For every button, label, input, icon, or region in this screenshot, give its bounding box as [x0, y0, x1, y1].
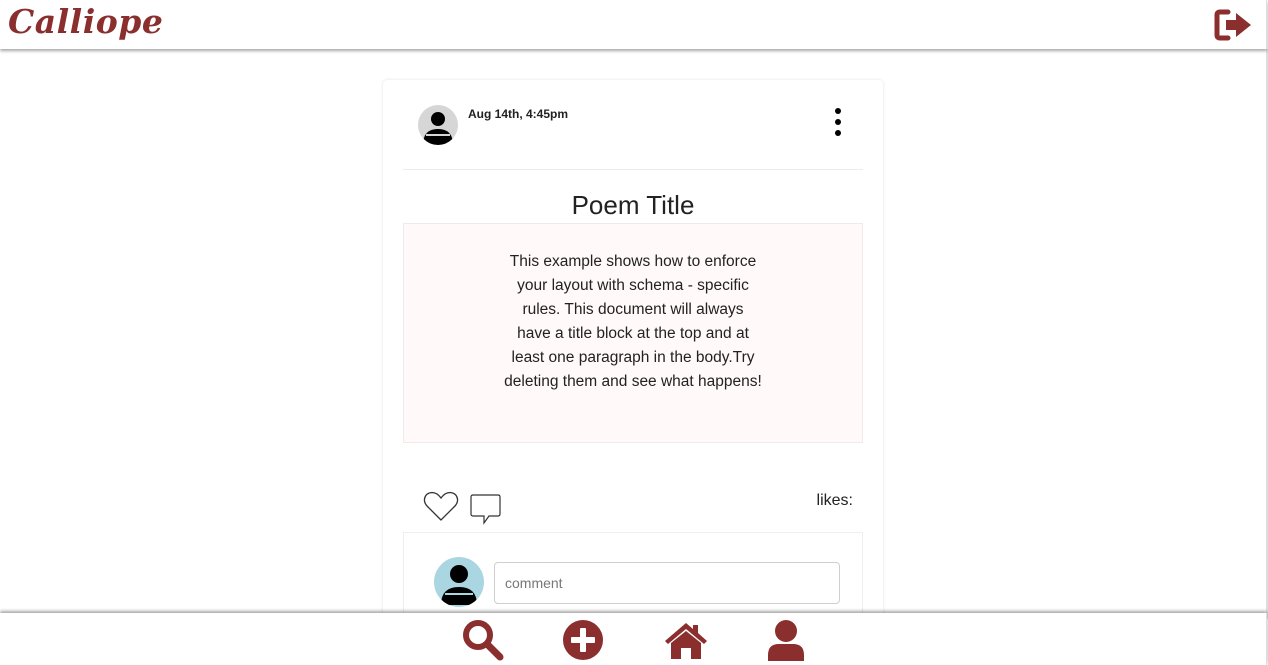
home-icon[interactable] — [662, 619, 710, 661]
user-icon[interactable] — [766, 619, 806, 661]
app-logo[interactable]: Calliope — [8, 2, 163, 41]
user-silhouette-icon — [441, 565, 477, 605]
poem-body: This example shows how to enforce your l… — [403, 223, 863, 443]
author-avatar[interactable] — [418, 105, 458, 145]
post-timestamp: Aug 14th, 4:45pm — [468, 107, 569, 121]
user-silhouette-icon — [423, 112, 453, 145]
sign-out-icon[interactable] — [1214, 8, 1254, 42]
header-divider — [403, 169, 863, 170]
speech-bubble-icon[interactable] — [470, 493, 502, 525]
top-bar: Calliope — [0, 0, 1267, 49]
poem-text: This example shows how to enforce your l… — [504, 253, 762, 390]
heart-outline-icon[interactable] — [423, 491, 459, 523]
search-icon[interactable] — [462, 619, 504, 661]
bottom-nav — [0, 613, 1267, 665]
post-card: Aug 14th, 4:45pm Poem Title This example… — [383, 80, 883, 640]
vertical-ellipsis-icon[interactable] — [831, 107, 845, 141]
commenter-avatar — [434, 557, 484, 607]
comment-input[interactable] — [494, 562, 840, 604]
plus-circle-icon[interactable] — [562, 619, 604, 661]
poem-title: Poem Title — [571, 190, 695, 220]
likes-label: likes: — [816, 492, 853, 509]
